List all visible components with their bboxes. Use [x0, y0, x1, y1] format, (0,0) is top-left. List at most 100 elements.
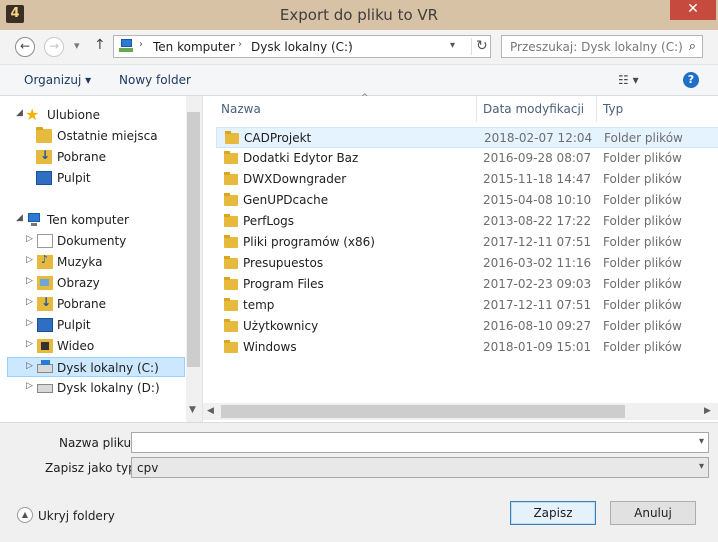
breadcrumb-separator[interactable]: › — [348, 39, 352, 50]
sidebar-item-dysk-d[interactable]: ▷ Dysk lokalny (D:) — [0, 378, 186, 398]
breadcrumb-ten-komputer[interactable]: Ten komputer — [153, 40, 235, 54]
sidebar-item-dokumenty[interactable]: ▷ Dokumenty — [0, 231, 186, 251]
file-date: 2017-12-11 07:51 — [483, 235, 592, 249]
sidebar-item-ostatnie-miejsca[interactable]: Ostatnie miejsca — [0, 126, 186, 146]
downloads-icon — [36, 148, 52, 164]
close-button[interactable]: ✕ — [670, 0, 716, 20]
sidebar-item-pobrane[interactable]: ▷ Pobrane — [0, 294, 186, 314]
breadcrumb-dysk-c[interactable]: Dysk lokalny (C:) — [251, 40, 353, 54]
expand-icon[interactable]: ▷ — [26, 234, 33, 244]
file-name: GenUPDcache — [243, 193, 329, 207]
column-header-date[interactable]: Data modyfikacji — [483, 96, 597, 122]
navigation-scroll-thumb[interactable] — [187, 112, 200, 367]
file-date: 2013-08-22 17:22 — [483, 214, 592, 228]
file-name: PerfLogs — [243, 214, 295, 228]
title-bar: 4 Export do pliku to VR ✕ — [0, 0, 718, 30]
column-header-name[interactable]: Nazwa ^ — [221, 93, 477, 122]
file-name: temp — [243, 298, 275, 312]
collapse-icon[interactable]: ◢ — [16, 108, 23, 118]
organize-button[interactable]: Organizuj ▾ — [24, 73, 91, 87]
expand-icon[interactable]: ▷ — [26, 276, 33, 286]
computer-icon — [26, 213, 42, 227]
sidebar-item-wideo[interactable]: ▷ Wideo — [0, 336, 186, 356]
chevron-down-icon[interactable]: ▾ — [699, 461, 704, 472]
help-icon[interactable]: ? — [683, 72, 699, 88]
table-row[interactable]: Pliki programów (x86) 2017-12-11 07:51 F… — [216, 232, 718, 253]
filename-input[interactable]: ▾ — [131, 432, 709, 453]
expand-icon[interactable]: ▷ — [26, 381, 33, 391]
video-icon — [37, 339, 53, 353]
table-row[interactable]: DWXDowngrader 2015-11-18 14:47 Folder pl… — [216, 169, 718, 190]
table-row[interactable]: CADProjekt 2018-02-07 12:04 Folder plikó… — [216, 127, 718, 148]
horizontal-scrollbar[interactable]: ◀ ▶ — [203, 403, 718, 420]
save-button[interactable]: Zapisz — [510, 501, 596, 525]
hide-folders-button[interactable]: Ukryj foldery — [38, 509, 115, 523]
sidebar-item-obrazy[interactable]: ▷ Obrazy — [0, 273, 186, 293]
table-row[interactable]: Windows 2018-01-09 15:01 Folder plików — [216, 337, 718, 358]
sidebar-item-ten-komputer[interactable]: ◢ Ten komputer — [0, 210, 186, 230]
scroll-right-icon[interactable]: ▶ — [704, 406, 711, 416]
horizontal-scroll-thumb[interactable] — [221, 405, 625, 418]
sidebar-item-label: Dysk lokalny (D:) — [57, 381, 160, 395]
hide-folders-icon[interactable]: ▲ — [17, 507, 33, 523]
sidebar-item-pulpit-fav[interactable]: Pulpit — [0, 168, 186, 188]
recent-locations-button[interactable]: ▾ — [74, 39, 80, 52]
file-type: Folder plików — [604, 131, 683, 145]
file-type: Folder plików — [603, 214, 682, 228]
sidebar-item-label: Wideo — [57, 339, 95, 353]
table-row[interactable]: temp 2017-12-11 07:51 Folder plików — [216, 295, 718, 316]
search-box[interactable]: Przeszukaj: Dysk lokalny (C:) ⌕ — [501, 35, 703, 58]
collapse-icon[interactable]: ◢ — [16, 213, 23, 223]
sidebar-item-ulubione[interactable]: ◢ ★ Ulubione — [0, 105, 186, 125]
file-date: 2016-09-28 08:07 — [483, 151, 592, 165]
cancel-button[interactable]: Anuluj — [610, 501, 696, 525]
expand-icon[interactable]: ▷ — [26, 255, 33, 265]
refresh-icon[interactable]: ↻ — [471, 38, 488, 55]
sidebar-item-label: Pulpit — [57, 171, 91, 185]
breadcrumb-separator[interactable]: › — [139, 39, 143, 50]
up-button[interactable]: ↑ — [94, 37, 106, 53]
file-name: Pliki programów (x86) — [243, 235, 375, 249]
table-row[interactable]: Program Files 2017-02-23 09:03 Folder pl… — [216, 274, 718, 295]
sidebar-item-dysk-c[interactable]: ▷ Dysk lokalny (C:) — [7, 357, 185, 377]
file-type: Folder plików — [603, 172, 682, 186]
table-row[interactable]: PerfLogs 2013-08-22 17:22 Folder plików — [216, 211, 718, 232]
expand-icon[interactable]: ▷ — [26, 297, 33, 307]
table-row[interactable]: GenUPDcache 2015-04-08 10:10 Folder plik… — [216, 190, 718, 211]
sidebar-item-label: Ten komputer — [47, 213, 129, 227]
save-panel: Nazwa pliku: ▾ Zapisz jako typ: cpv ▾ ▲ … — [0, 422, 718, 542]
column-header-type[interactable]: Typ — [603, 96, 718, 122]
scroll-left-icon[interactable]: ◀ — [207, 406, 214, 416]
table-row[interactable]: Dodatki Edytor Baz 2016-09-28 08:07 Fold… — [216, 148, 718, 169]
chevron-down-icon[interactable]: ▾ — [699, 436, 704, 447]
file-type-label: Zapisz jako typ: — [45, 461, 140, 475]
search-icon[interactable]: ⌕ — [689, 39, 696, 54]
pictures-icon — [37, 276, 53, 290]
folder-icon — [224, 151, 238, 164]
file-name: Presupuestos — [243, 256, 324, 270]
sidebar-item-muzyka[interactable]: ▷ Muzyka — [0, 252, 186, 272]
local-drive-icon — [37, 384, 53, 393]
file-date: 2017-12-11 07:51 — [483, 298, 592, 312]
file-type-select[interactable]: cpv ▾ — [131, 457, 709, 478]
sidebar-item-pobrane-fav[interactable]: Pobrane — [0, 147, 186, 167]
filename-label: Nazwa pliku: — [59, 436, 136, 450]
back-button[interactable]: ← — [15, 37, 35, 57]
address-bar[interactable]: › Ten komputer › Dysk lokalny (C:) › ▾ ↻ — [113, 35, 491, 58]
scroll-down-icon[interactable]: ▼ — [189, 405, 196, 415]
breadcrumb-separator[interactable]: › — [238, 39, 242, 50]
table-row[interactable]: Presupuestos 2016-03-02 11:16 Folder pli… — [216, 253, 718, 274]
expand-icon[interactable]: ▷ — [26, 339, 33, 349]
view-options-icon[interactable]: ☷ ▾ — [618, 73, 639, 87]
sidebar-item-label: Ulubione — [47, 108, 101, 122]
table-row[interactable]: Użytkownicy 2016-08-10 09:27 Folder plik… — [216, 316, 718, 337]
search-input[interactable]: Przeszukaj: Dysk lokalny (C:) — [510, 40, 683, 54]
forward-button[interactable]: → — [44, 37, 64, 57]
expand-icon[interactable]: ▷ — [26, 318, 33, 328]
folder-icon — [224, 340, 238, 353]
new-folder-button[interactable]: Nowy folder — [119, 73, 191, 87]
address-dropdown-icon[interactable]: ▾ — [450, 40, 455, 51]
file-type: Folder plików — [603, 151, 682, 165]
expand-icon[interactable]: ▷ — [26, 361, 33, 371]
sidebar-item-pulpit[interactable]: ▷ Pulpit — [0, 315, 186, 335]
